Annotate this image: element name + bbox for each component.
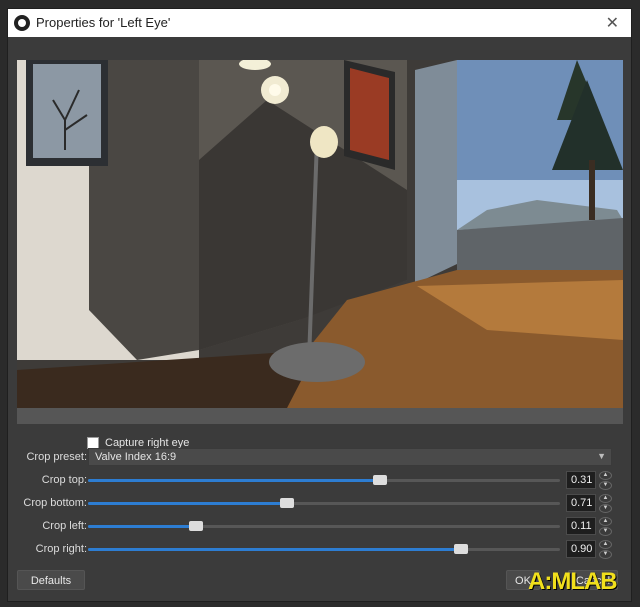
crop-left-handle[interactable] (189, 521, 203, 531)
chevron-down-icon: ▼ (597, 451, 606, 461)
crop-top-label: Crop top: (41, 474, 87, 486)
preview-area (17, 60, 623, 424)
chevron-down-icon[interactable]: ▼ (599, 504, 612, 513)
crop-right-slider[interactable] (88, 544, 560, 554)
crop-top-handle[interactable] (373, 475, 387, 485)
crop-top-row: Crop top: 0.31 ▲ ▼ (8, 471, 633, 490)
crop-left-input[interactable]: 0.11 (566, 517, 596, 535)
title-bar: Properties for 'Left Eye' ✕ (8, 9, 631, 37)
crop-left-fill (88, 525, 196, 528)
crop-bottom-handle[interactable] (280, 498, 294, 508)
crop-left-row: Crop left: 0.11 ▲ ▼ (8, 517, 633, 536)
crop-bottom-fill (88, 502, 287, 505)
defaults-button[interactable]: Defaults (17, 570, 85, 590)
crop-preset-row: Crop preset: Valve Index 16:9 ▼ (8, 448, 633, 466)
crop-right-stepper[interactable]: ▲ ▼ (599, 540, 612, 559)
chevron-down-icon[interactable]: ▼ (599, 481, 612, 490)
obs-logo-icon (14, 15, 30, 31)
crop-top-stepper[interactable]: ▲ ▼ (599, 471, 612, 490)
crop-bottom-stepper[interactable]: ▲ ▼ (599, 494, 612, 513)
chevron-up-icon[interactable]: ▲ (599, 540, 612, 549)
crop-left-label: Crop left: (42, 520, 87, 532)
chevron-down-icon[interactable]: ▼ (599, 550, 612, 559)
window-title: Properties for 'Left Eye' (36, 15, 171, 30)
crop-preset-label: Crop preset: (26, 451, 87, 463)
crop-top-input[interactable]: 0.31 (566, 471, 596, 489)
crop-right-handle[interactable] (454, 544, 468, 554)
crop-right-label: Crop right: (35, 543, 87, 555)
crop-preset-value: Valve Index 16:9 (95, 451, 177, 463)
crop-bottom-label: Crop bottom: (23, 497, 87, 509)
properties-window: Properties for 'Left Eye' ✕ Capture righ… (7, 8, 632, 602)
crop-top-slider[interactable] (88, 475, 560, 485)
chevron-up-icon[interactable]: ▲ (599, 494, 612, 503)
chevron-down-icon[interactable]: ▼ (599, 527, 612, 536)
crop-bottom-input[interactable]: 0.71 (566, 494, 596, 512)
crop-left-stepper[interactable]: ▲ ▼ (599, 517, 612, 536)
vr-preview-image (17, 60, 623, 408)
chevron-up-icon[interactable]: ▲ (599, 517, 612, 526)
amlab-watermark: A:MLAB (528, 568, 618, 595)
chevron-up-icon[interactable]: ▲ (599, 471, 612, 480)
crop-top-fill (88, 479, 380, 482)
crop-left-slider[interactable] (88, 521, 560, 531)
crop-preset-select[interactable]: Valve Index 16:9 ▼ (88, 448, 612, 466)
crop-bottom-slider[interactable] (88, 498, 560, 508)
crop-right-row: Crop right: 0.90 ▲ ▼ (8, 540, 633, 559)
crop-bottom-row: Crop bottom: 0.71 ▲ ▼ (8, 494, 633, 513)
crop-right-input[interactable]: 0.90 (566, 540, 596, 558)
crop-right-fill (88, 548, 461, 551)
close-icon[interactable]: ✕ (606, 13, 619, 33)
